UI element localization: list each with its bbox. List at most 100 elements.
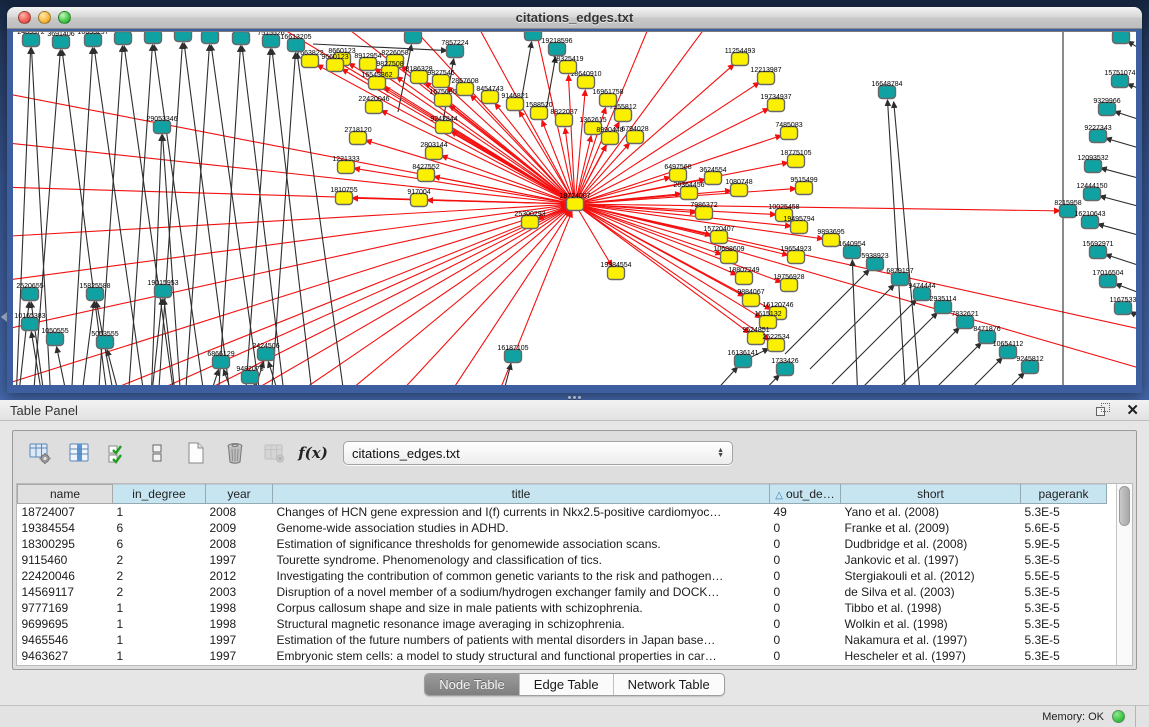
graph-edge[interactable] [124, 46, 175, 385]
graph-edge[interactable] [1098, 224, 1136, 239]
graph-node[interactable]: 10719155 [167, 32, 198, 42]
graph-edge[interactable] [568, 75, 575, 204]
graph-node[interactable]: 12213987 [750, 67, 781, 85]
graph-node[interactable]: 19218596 [541, 38, 572, 56]
graph-node[interactable]: 1733426 [771, 358, 798, 376]
table-row[interactable]: 977716911998Corpus callosum shape and si… [18, 600, 1107, 616]
column-header-in_degree[interactable]: in_degree [113, 485, 206, 504]
column-header-name[interactable]: name [18, 485, 113, 504]
graph-node[interactable]: 16671355 [194, 32, 225, 44]
scrollbar-thumb[interactable] [1119, 486, 1130, 526]
graph-edge[interactable] [1101, 168, 1136, 182]
tab-edge-table[interactable]: Edge Table [520, 674, 614, 695]
graph-node[interactable]: 3691406 [47, 32, 74, 49]
table-row[interactable]: 911546021997Tourette syndrome. Phenomeno… [18, 552, 1107, 568]
graph-edge[interactable] [810, 285, 894, 369]
graph-edge[interactable] [13, 204, 567, 237]
graph-edge[interactable] [897, 343, 981, 385]
minimize-button[interactable] [38, 11, 51, 24]
graph-node[interactable]: 7857224 [441, 40, 468, 58]
graph-node[interactable]: 9227343 [1084, 125, 1111, 143]
graph-node[interactable]: 1588520 [525, 102, 552, 120]
graph-edge[interactable] [16, 48, 31, 385]
graph-edge[interactable] [1128, 41, 1136, 57]
graph-edge[interactable] [1115, 111, 1136, 124]
graph-edge[interactable] [853, 313, 937, 385]
graph-node[interactable]: 2405572 [17, 32, 44, 47]
graph-edge[interactable] [218, 46, 240, 385]
table-settings-icon[interactable] [25, 438, 55, 468]
close-panel-icon[interactable]: ✕ [1126, 403, 1139, 418]
network-window-titlebar[interactable]: citations_edges.txt [7, 7, 1142, 29]
tab-node-table[interactable]: Node Table [425, 674, 520, 695]
graph-edge[interactable] [43, 207, 568, 385]
graph-node[interactable]: 19734937 [760, 94, 791, 112]
graph-node[interactable]: 1810755 [330, 187, 357, 205]
graph-edge[interactable] [375, 68, 575, 204]
graph-node[interactable]: 2522534 [762, 334, 789, 352]
graph-node[interactable]: 18775105 [780, 150, 811, 168]
graph-node[interactable]: 22420046 [358, 96, 389, 114]
graph-edge[interactable] [185, 45, 209, 385]
table-row[interactable]: 946362711997Embryonic stem cells: a mode… [18, 648, 1107, 664]
graph-edge[interactable] [918, 358, 1002, 385]
graph-edge[interactable] [940, 373, 1024, 385]
graph-node[interactable]: 19756928 [773, 274, 804, 292]
graph-edge[interactable] [107, 350, 121, 385]
graph-edge[interactable] [208, 370, 219, 385]
graph-edge[interactable] [483, 211, 572, 385]
graph-edge[interactable] [1100, 196, 1136, 210]
graph-node[interactable]: 16187105 [497, 345, 528, 363]
column-header-title[interactable]: title [273, 485, 770, 504]
graph-node[interactable]: 10688609 [713, 246, 744, 264]
column-header-year[interactable]: year [206, 485, 273, 504]
graph-edge[interactable] [211, 45, 261, 385]
graph-edge[interactable] [224, 370, 235, 385]
graph-node[interactable]: 1050555 [41, 328, 68, 346]
table-row[interactable]: 1830029562008Estimation of significance … [18, 536, 1107, 552]
graph-edge[interactable] [13, 205, 567, 282]
column-header-out_degree[interactable]: △out_de… [770, 485, 841, 504]
graph-node[interactable]: 29053346 [146, 116, 177, 134]
delete-column-icon[interactable] [220, 438, 250, 468]
graph-edge[interactable] [242, 46, 285, 385]
graph-edge[interactable] [184, 43, 231, 385]
graph-edge[interactable] [366, 140, 575, 204]
function-builder-icon[interactable]: f(x) [298, 438, 328, 468]
graph-edge[interactable] [428, 211, 571, 385]
graph-node[interactable]: 8822037 [550, 109, 577, 127]
graph-node[interactable]: 11150638 [1106, 32, 1136, 44]
graph-node[interactable]: 16033809 [397, 32, 428, 44]
table-row[interactable]: 1872400712008Changes of HCN gene express… [18, 504, 1107, 520]
graph-node[interactable]: 9515499 [790, 177, 817, 195]
graph-edge[interactable] [373, 210, 570, 385]
graph-node[interactable]: 16210643 [1074, 211, 1105, 229]
table-row[interactable]: 969969511998Structural magnetic resonanc… [18, 616, 1107, 632]
graph-node[interactable]: 12444150 [1076, 183, 1107, 201]
graph-edge[interactable] [1106, 138, 1136, 152]
graph-node[interactable]: 6466162 [139, 32, 166, 44]
select-columns-icon[interactable] [64, 438, 94, 468]
column-header-short[interactable]: short [841, 485, 1021, 504]
table-source-dropdown[interactable]: citations_edges.txt ▲▼ [343, 441, 733, 465]
graph-node[interactable]: 1080748 [725, 179, 752, 197]
graph-node[interactable]: 16648784 [871, 81, 902, 99]
row-height-icon[interactable] [142, 438, 172, 468]
graph-edge[interactable] [1115, 284, 1136, 298]
graph-node[interactable]: 9245812 [1016, 356, 1043, 374]
graph-node[interactable]: 16543362 [361, 72, 392, 90]
float-panel-icon[interactable] [1096, 403, 1112, 417]
graph-node[interactable]: 1221333 [332, 156, 359, 174]
vertical-scrollbar[interactable] [1116, 484, 1132, 665]
graph-node[interactable]: 9329966 [1093, 98, 1120, 116]
table-row[interactable]: 946554611997Estimation of the future num… [18, 632, 1107, 648]
graph-node[interactable]: 1527602 [109, 32, 136, 45]
close-button[interactable] [18, 11, 31, 24]
graph-node[interactable]: 16136141 [727, 350, 758, 368]
graph-node[interactable]: 19384554 [600, 262, 631, 280]
graph-node[interactable]: 7485083 [775, 122, 802, 140]
graph-edge[interactable] [713, 367, 738, 385]
graph-node[interactable]: 2718120 [344, 127, 371, 145]
graph-node[interactable]: 2424506 [252, 343, 279, 361]
column-header-pagerank[interactable]: pagerank [1021, 485, 1107, 504]
